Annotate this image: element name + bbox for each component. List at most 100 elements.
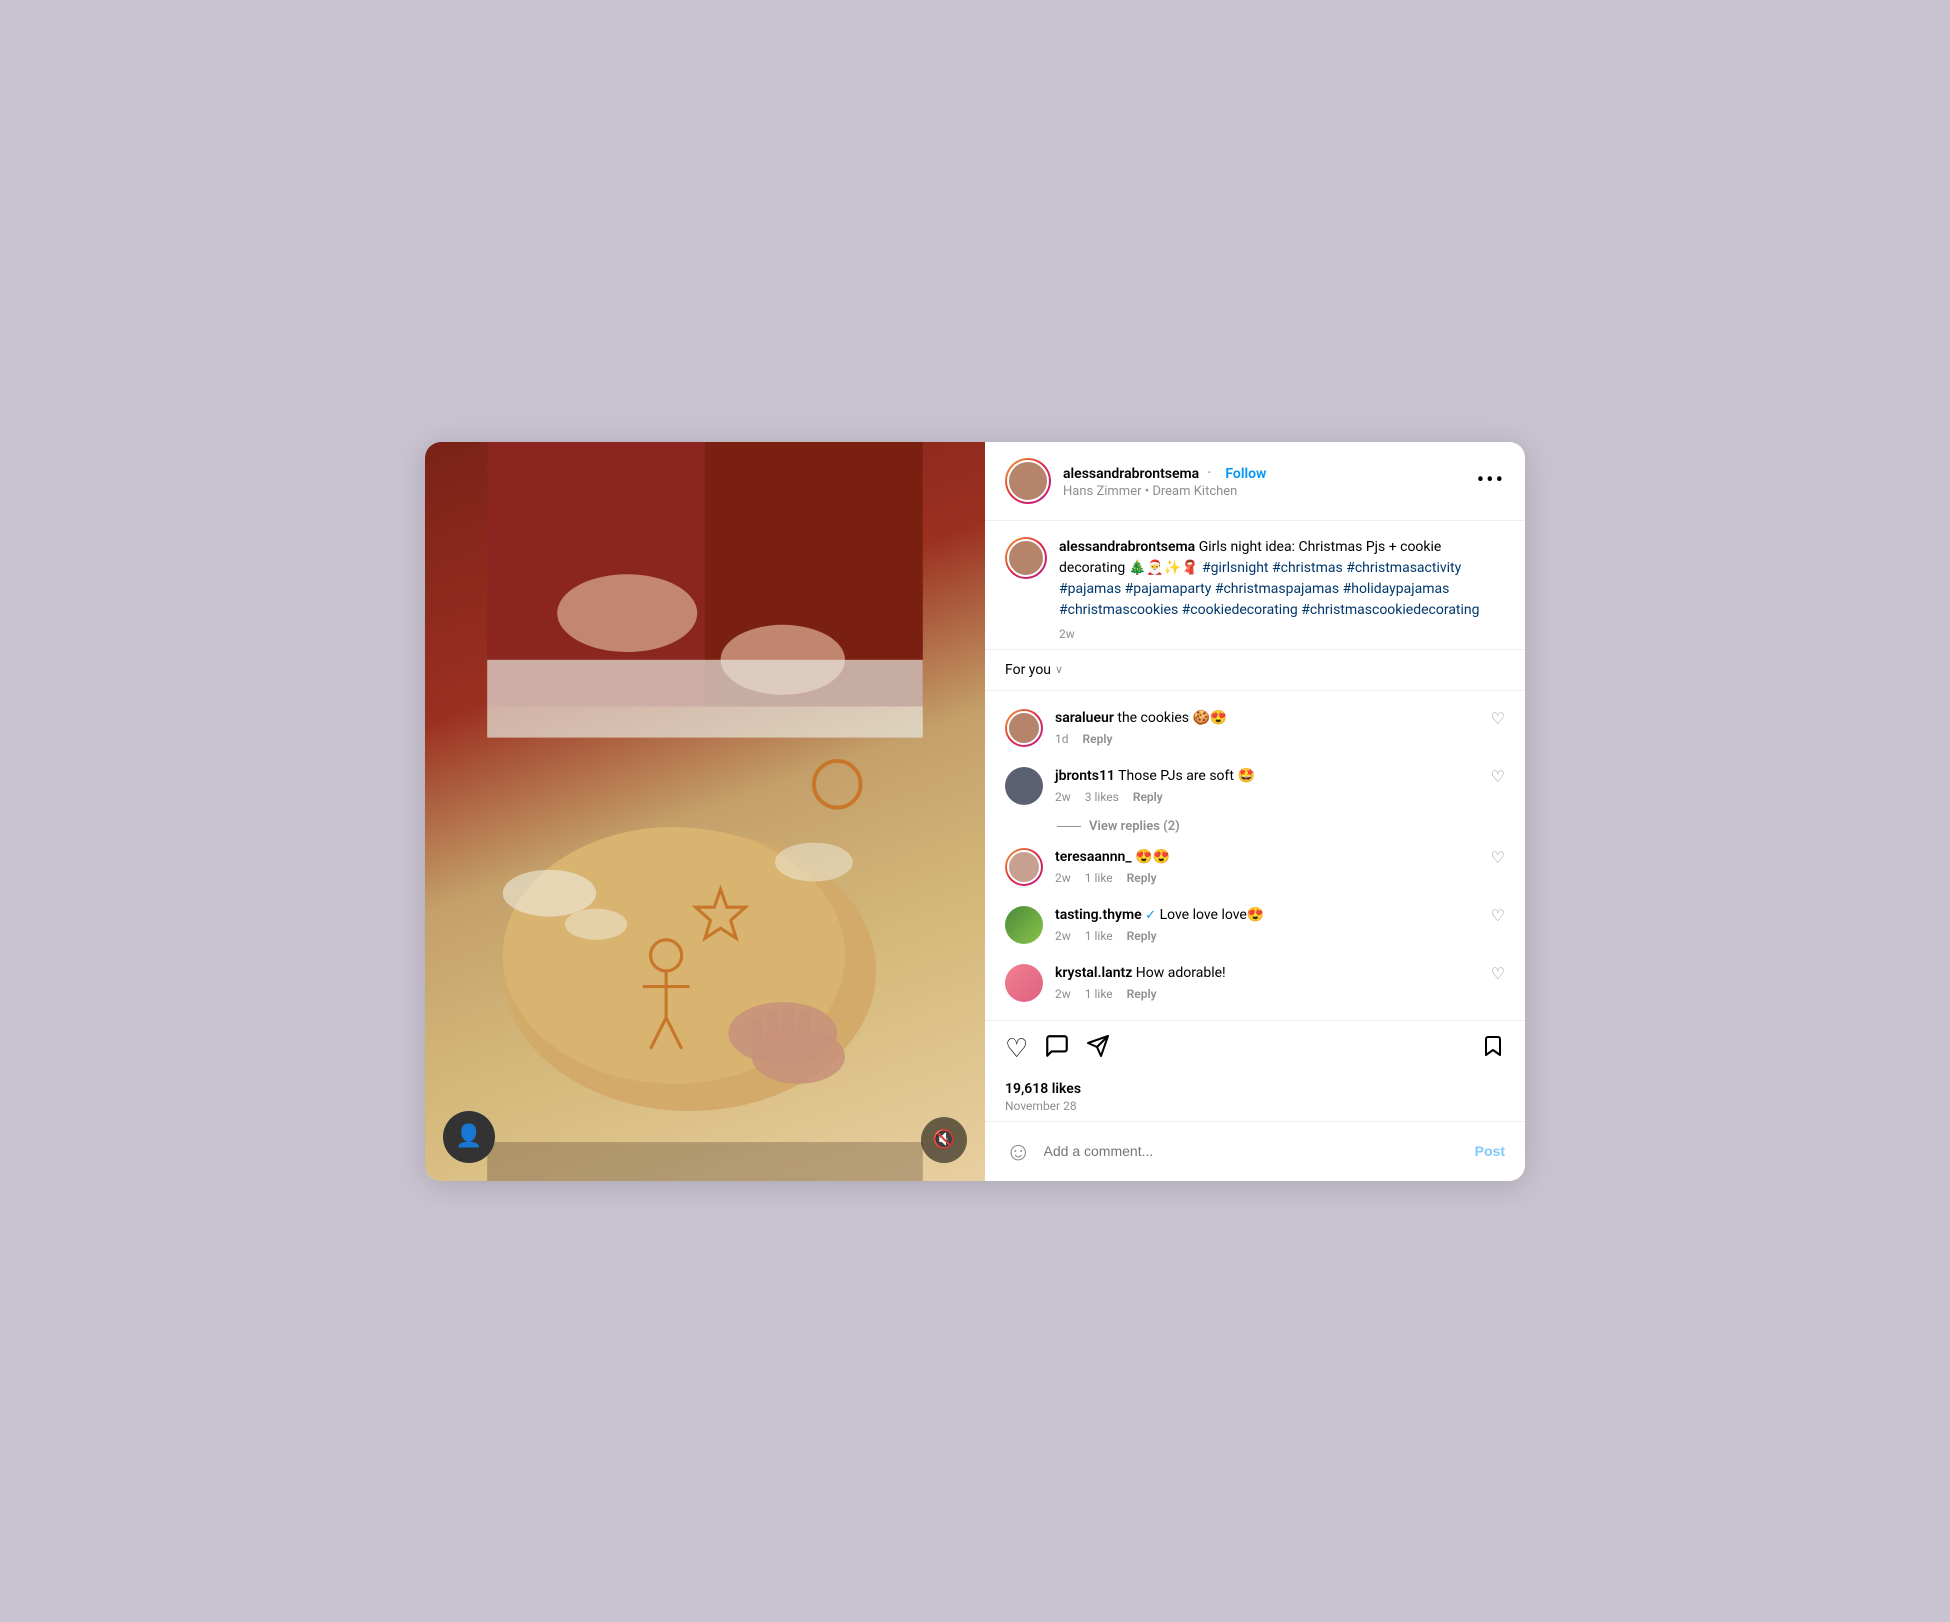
mute-icon: 🔇	[933, 1129, 955, 1150]
view-replies-button[interactable]: View replies (2)	[985, 815, 1525, 838]
verified-badge: ✓	[1145, 908, 1156, 923]
comment-time: 2w	[1055, 790, 1071, 804]
likes-count: 19,618 likes	[1005, 1081, 1505, 1097]
comment-meta: 1d Reply	[1055, 732, 1479, 746]
comment-body: krystal.lantz How adorable! 2w 1 like Re…	[1055, 964, 1479, 1002]
header-avatar	[1005, 458, 1051, 504]
comment-body: jbronts11 Those PJs are soft 🤩 2w 3 like…	[1055, 767, 1479, 805]
media-panel: 👤 🔇	[425, 442, 985, 1181]
mute-button[interactable]: 🔇	[921, 1117, 967, 1163]
more-options-button[interactable]: •••	[1477, 468, 1505, 493]
likes-section: 19,618 likes November 28	[985, 1077, 1525, 1121]
comment-time: 2w	[1055, 987, 1071, 1001]
comment-likes: 1 like	[1085, 987, 1113, 1001]
commenter-username[interactable]: krystal.lantz	[1055, 965, 1132, 981]
reply-button[interactable]: Reply	[1083, 732, 1113, 746]
comments-panel: alessandrabrontsema · Follow Hans Zimmer…	[985, 442, 1525, 1181]
user-avatar-button[interactable]: 👤	[443, 1111, 495, 1163]
commenter-username[interactable]: teresaannn_	[1055, 849, 1132, 865]
follow-button[interactable]: Follow	[1225, 466, 1266, 482]
comment-content: How adorable!	[1136, 965, 1226, 981]
comment-text: saralueur the cookies 🍪😍	[1055, 709, 1479, 729]
comment-item: krystal.lantz How adorable! 2w 1 like Re…	[985, 954, 1525, 1012]
commenter-username[interactable]: tasting.thyme	[1055, 907, 1142, 923]
comment-likes: 1 like	[1085, 871, 1113, 885]
add-comment-bar: ☺ Post	[985, 1121, 1525, 1181]
media-bottom-bar: 👤 🔇	[443, 1111, 967, 1163]
caption-section: alessandrabrontsema Girls night idea: Ch…	[985, 521, 1525, 650]
more-icon: •••	[1477, 468, 1505, 493]
comment-content: 😍😍	[1135, 849, 1170, 865]
comment-heart-button[interactable]: ♡	[1491, 964, 1505, 983]
caption-username[interactable]: alessandrabrontsema	[1059, 539, 1195, 555]
user-icon: 👤	[455, 1124, 482, 1149]
reply-button[interactable]: Reply	[1127, 929, 1157, 943]
comment-item: jbronts11 Those PJs are soft 🤩 2w 3 like…	[985, 757, 1525, 815]
comment-body: saralueur the cookies 🍪😍 1d Reply	[1055, 709, 1479, 747]
post-date: November 28	[1005, 1099, 1505, 1113]
for-you-section: For you ∨	[985, 650, 1525, 691]
for-you-label-text: For you	[1005, 662, 1051, 678]
comment-text: krystal.lantz How adorable!	[1055, 964, 1479, 984]
comment-meta: 2w 1 like Reply	[1055, 987, 1479, 1001]
caption-text: alessandrabrontsema Girls night idea: Ch…	[1059, 537, 1505, 621]
comment-heart-button[interactable]: ♡	[1491, 709, 1505, 728]
chevron-down-icon: ∨	[1055, 663, 1063, 676]
comment-content: Love love love😍	[1160, 907, 1265, 923]
caption-avatar	[1005, 537, 1047, 579]
caption-content: alessandrabrontsema Girls night idea: Ch…	[1059, 537, 1505, 641]
comment-body: tasting.thyme ✓ Love love love😍 2w 1 lik…	[1055, 906, 1479, 944]
view-replies-text: View replies (2)	[1089, 819, 1180, 834]
comment-meta: 2w 1 like Reply	[1055, 929, 1479, 943]
comment-avatar-image	[1007, 711, 1041, 745]
comment-time: 1d	[1055, 732, 1069, 746]
header-info: alessandrabrontsema · Follow Hans Zimmer…	[1063, 463, 1465, 499]
reply-button[interactable]: Reply	[1127, 871, 1157, 885]
commenter-username[interactable]: saralueur	[1055, 710, 1114, 726]
commenter-username[interactable]: jbronts11	[1055, 768, 1115, 784]
share-button[interactable]	[1086, 1034, 1110, 1064]
comment-meta: 2w 3 likes Reply	[1055, 790, 1479, 804]
comment-input[interactable]	[1044, 1143, 1463, 1159]
header-subtitle: Hans Zimmer • Dream Kitchen	[1063, 484, 1465, 499]
caption-time: 2w	[1059, 627, 1505, 641]
comment-heart-button[interactable]: ♡	[1491, 767, 1505, 786]
comment-content: Those PJs are soft 🤩	[1118, 768, 1255, 784]
comment-avatar	[1005, 906, 1043, 944]
comment-item: teresaannn_ 😍😍 2w 1 like Reply ♡	[985, 838, 1525, 896]
comment-heart-button[interactable]: ♡	[1491, 906, 1505, 925]
comment-avatar-image	[1007, 850, 1041, 884]
comment-likes: 1 like	[1085, 929, 1113, 943]
comment-avatar	[1005, 709, 1043, 747]
comment-item: tasting.thyme ✓ Love love love😍 2w 1 lik…	[985, 896, 1525, 954]
reply-button[interactable]: Reply	[1127, 987, 1157, 1001]
post-comment-button[interactable]: Post	[1475, 1143, 1505, 1159]
view-replies-line	[1057, 826, 1081, 827]
comment-time: 2w	[1055, 929, 1071, 943]
comment-content: the cookies 🍪😍	[1117, 710, 1227, 726]
comment-meta: 2w 1 like Reply	[1055, 871, 1479, 885]
actions-bar: ♡	[985, 1020, 1525, 1077]
comment-heart-button[interactable]: ♡	[1491, 848, 1505, 867]
reply-button[interactable]: Reply	[1133, 790, 1163, 804]
comment-time: 2w	[1055, 871, 1071, 885]
comment-avatar	[1005, 767, 1043, 805]
comment-text: teresaannn_ 😍😍	[1055, 848, 1479, 868]
caption-avatar-image	[1007, 539, 1045, 577]
media-overlay	[425, 442, 985, 1181]
emoji-button[interactable]: ☺	[1005, 1136, 1032, 1167]
header-username[interactable]: alessandrabrontsema	[1063, 466, 1199, 482]
comment-avatar	[1005, 848, 1043, 886]
bookmark-button[interactable]	[1481, 1033, 1505, 1065]
header-dot: ·	[1207, 463, 1211, 482]
comment-body: teresaannn_ 😍😍 2w 1 like Reply	[1055, 848, 1479, 886]
for-you-filter[interactable]: For you ∨	[1005, 662, 1505, 678]
post-container: 👤 🔇 alessandrabrontsema · Follow Hans Zi…	[425, 442, 1525, 1181]
like-button[interactable]: ♡	[1005, 1034, 1028, 1064]
post-header: alessandrabrontsema · Follow Hans Zimmer…	[985, 442, 1525, 521]
comment-button[interactable]	[1044, 1033, 1070, 1065]
comment-avatar	[1005, 964, 1043, 1002]
header-avatar-image	[1007, 460, 1049, 502]
comments-list: saralueur the cookies 🍪😍 1d Reply ♡ jbro…	[985, 691, 1525, 1020]
comment-likes: 3 likes	[1085, 790, 1119, 804]
